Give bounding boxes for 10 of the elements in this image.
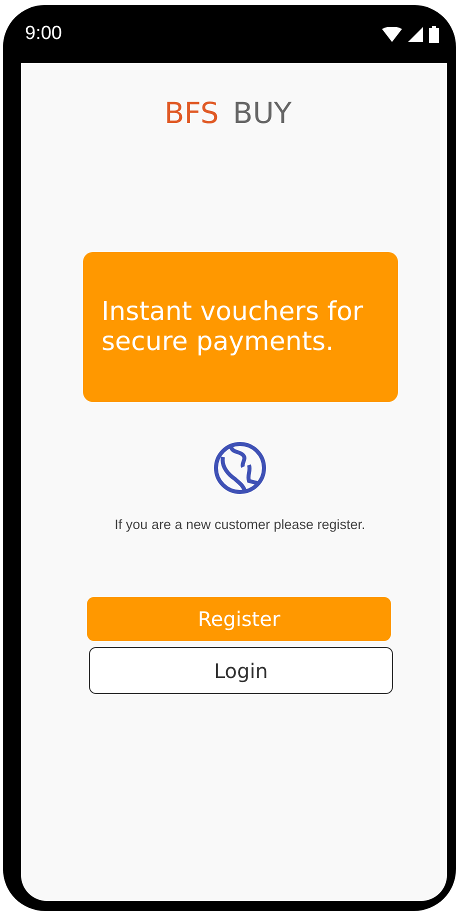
signal-icon — [408, 26, 423, 42]
login-button[interactable]: Login — [89, 647, 393, 694]
status-time: 9:00 — [25, 23, 62, 45]
banner-text: Instant vouchers for secure payments. — [102, 297, 364, 357]
logo-text: BFS — [164, 96, 219, 130]
globe-icon — [213, 441, 267, 495]
wifi-icon — [382, 26, 402, 42]
logo-text: BUY — [232, 96, 292, 130]
register-hint: If you are a new customer please register. — [114, 517, 366, 532]
battery-icon — [429, 26, 439, 42]
